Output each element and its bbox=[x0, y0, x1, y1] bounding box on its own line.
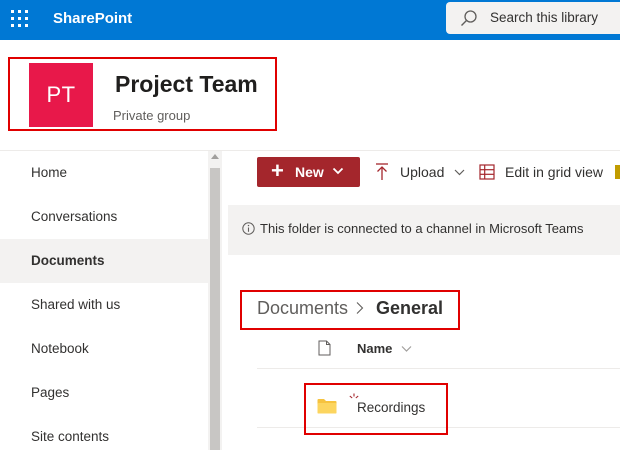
nav-item-site-contents[interactable]: Site contents bbox=[0, 415, 208, 450]
search-box[interactable]: Search this library bbox=[446, 2, 620, 34]
list-divider bbox=[257, 427, 620, 428]
breadcrumb-documents[interactable]: Documents bbox=[257, 298, 348, 319]
site-subtitle: Private group bbox=[113, 108, 191, 123]
search-icon bbox=[461, 10, 477, 26]
nav-item-documents[interactable]: Documents bbox=[0, 239, 208, 283]
left-nav: Home Conversations Documents Shared with… bbox=[0, 151, 208, 450]
nav-item-shared-with-us[interactable]: Shared with us bbox=[0, 283, 208, 327]
site-logo[interactable]: PT bbox=[29, 63, 93, 127]
chevron-right-icon bbox=[356, 302, 364, 314]
upload-icon bbox=[376, 163, 388, 180]
chevron-down-icon bbox=[332, 167, 344, 175]
grid-icon bbox=[479, 164, 495, 180]
breadcrumb-general: General bbox=[376, 298, 444, 318]
chevron-down-icon[interactable] bbox=[401, 345, 412, 353]
nav-scrollbar-thumb[interactable] bbox=[210, 168, 220, 450]
info-icon bbox=[242, 222, 255, 235]
list-divider bbox=[257, 368, 620, 369]
nav-item-pages[interactable]: Pages bbox=[0, 371, 208, 415]
overflow-command-icon[interactable] bbox=[615, 165, 620, 179]
nav-item-conversations[interactable]: Conversations bbox=[0, 195, 208, 239]
file-type-icon bbox=[318, 340, 331, 356]
suite-bar: SharePoint Search this library bbox=[0, 0, 620, 40]
app-name[interactable]: SharePoint bbox=[53, 10, 132, 27]
folder-icon bbox=[317, 399, 337, 414]
column-header-name[interactable]: Name bbox=[357, 341, 392, 356]
nav-item-home[interactable]: Home bbox=[0, 151, 208, 195]
scroll-up-icon[interactable] bbox=[211, 154, 219, 159]
info-text: This folder is connected to a channel in… bbox=[260, 221, 584, 236]
plus-icon: + bbox=[271, 158, 284, 183]
chevron-down-icon bbox=[454, 169, 465, 176]
upload-label: Upload bbox=[400, 164, 445, 180]
new-button-label: New bbox=[295, 164, 324, 180]
new-button[interactable]: + New bbox=[257, 157, 360, 187]
site-title[interactable]: Project Team bbox=[115, 71, 258, 98]
nav-item-notebook[interactable]: Notebook bbox=[0, 327, 208, 371]
file-name[interactable]: Recordings bbox=[357, 400, 425, 415]
edit-grid-view-label: Edit in grid view bbox=[505, 164, 604, 180]
app-launcher-icon[interactable] bbox=[11, 10, 29, 28]
search-placeholder: Search this library bbox=[490, 10, 599, 25]
